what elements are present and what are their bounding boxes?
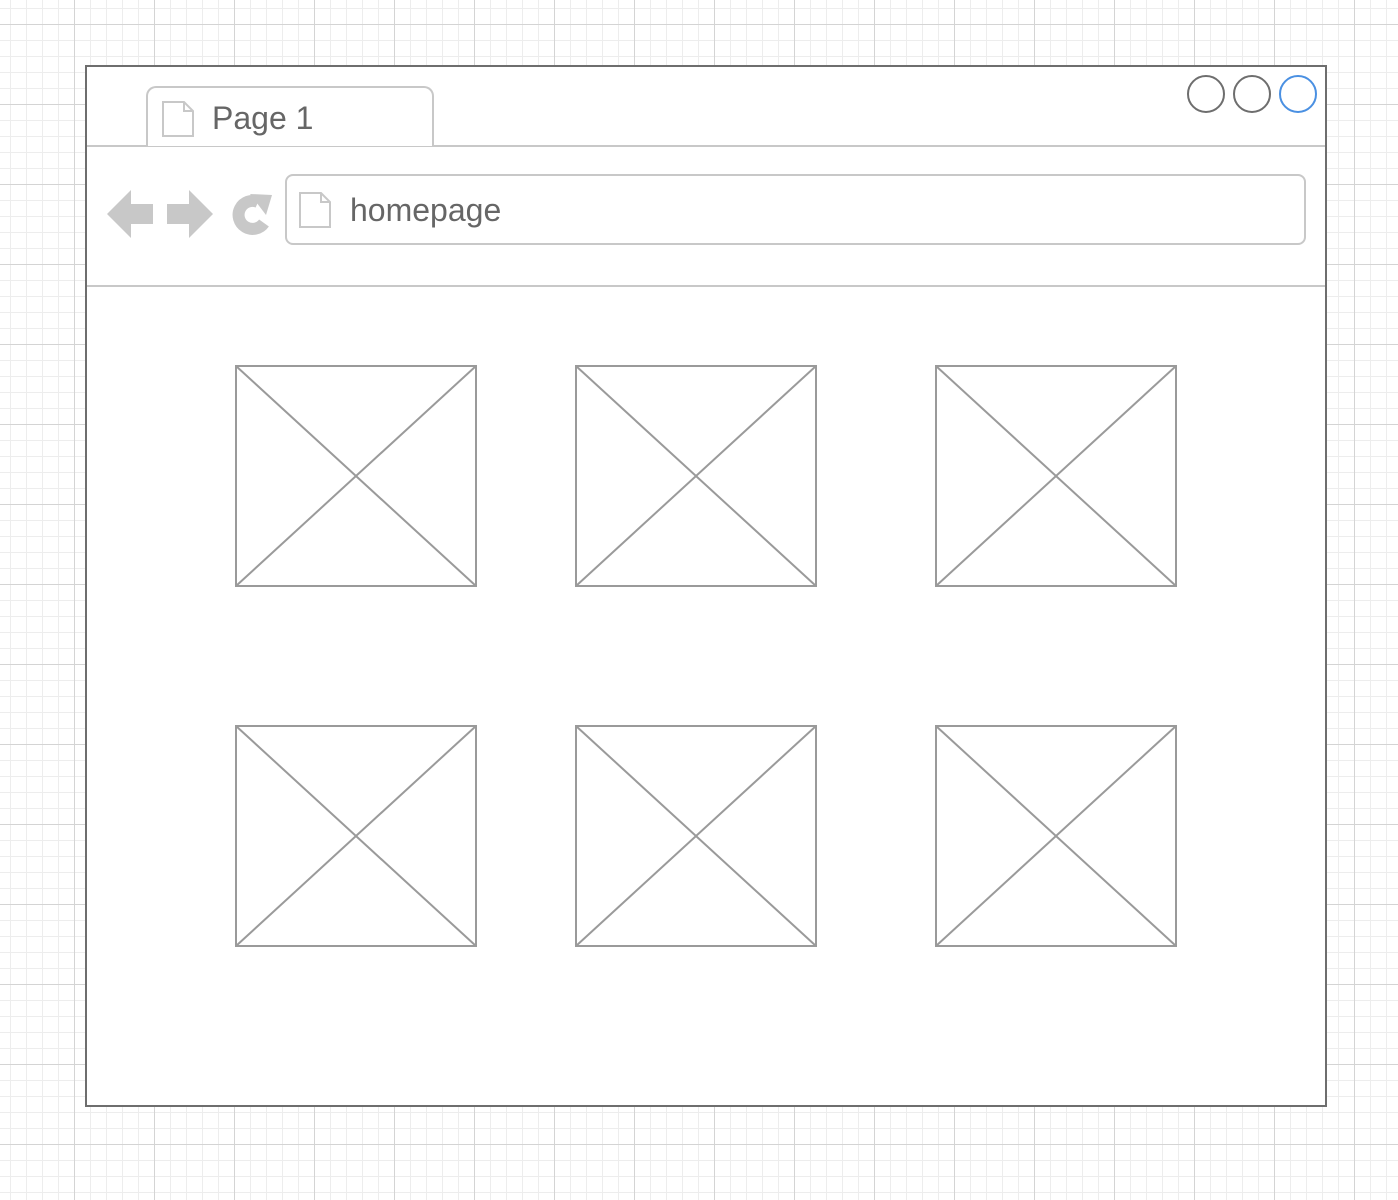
- image-placeholder: [935, 365, 1177, 587]
- tab-page-1[interactable]: Page 1: [146, 86, 434, 146]
- image-placeholder: [935, 725, 1177, 947]
- arrow-right-icon: [167, 190, 213, 242]
- image-placeholder: [235, 365, 477, 587]
- url-input[interactable]: [350, 188, 1250, 232]
- toolbar-divider: [87, 285, 1325, 287]
- page-icon: [161, 100, 195, 143]
- image-placeholder: [235, 725, 477, 947]
- minimize-button[interactable]: [1187, 75, 1225, 113]
- back-button[interactable]: [107, 189, 153, 242]
- tab-label: Page 1: [212, 100, 314, 136]
- maximize-button[interactable]: [1233, 75, 1271, 113]
- image-placeholder: [575, 725, 817, 947]
- forward-button[interactable]: [167, 189, 213, 242]
- close-button[interactable]: [1279, 75, 1317, 113]
- image-placeholder: [575, 365, 817, 587]
- address-bar[interactable]: [285, 174, 1306, 245]
- reload-button[interactable]: [228, 189, 274, 242]
- page-icon: [298, 191, 332, 234]
- arrow-left-icon: [107, 190, 153, 242]
- reload-icon: [228, 194, 274, 242]
- window-controls: [1187, 75, 1317, 113]
- browser-window: Page 1: [85, 65, 1327, 1107]
